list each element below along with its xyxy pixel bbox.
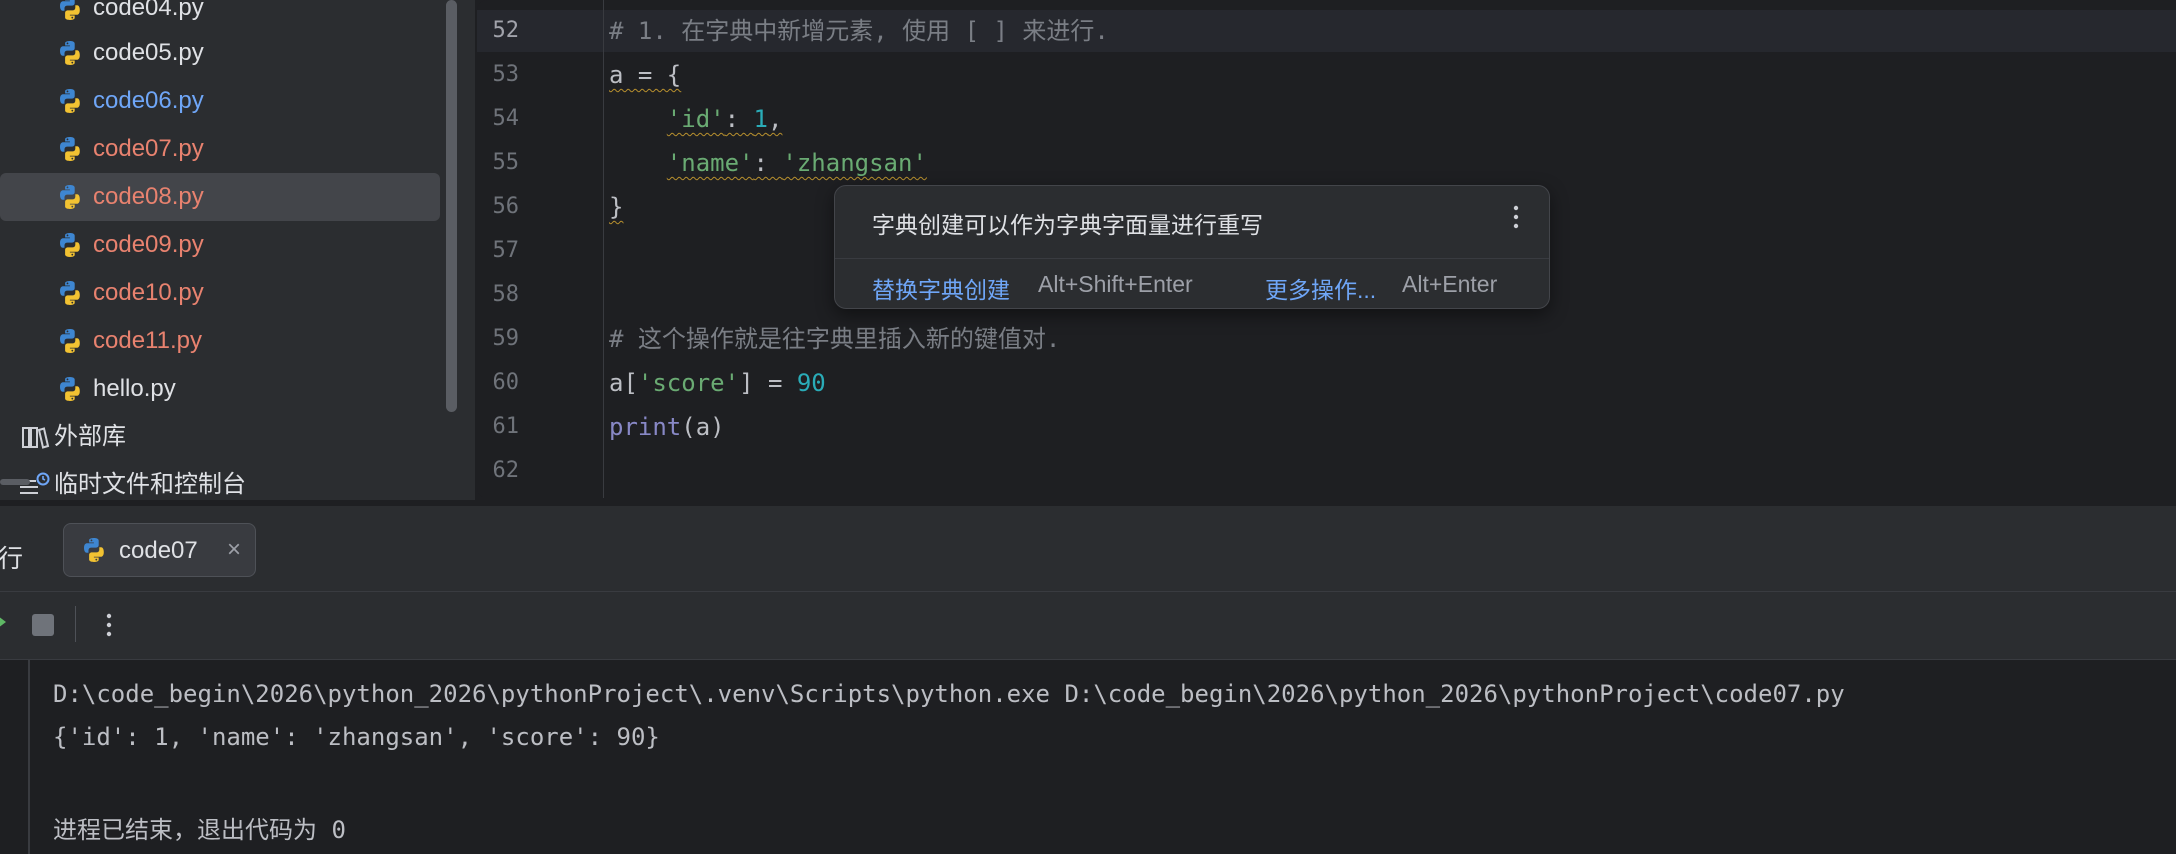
shortcut-hint: Alt+Shift+Enter bbox=[1038, 271, 1193, 297]
code-line: 'id': 1, bbox=[666, 105, 783, 133]
python-file-icon bbox=[60, 329, 80, 353]
tree-item-scratches[interactable]: 临时文件和控制台 bbox=[0, 461, 440, 509]
tree-group-label: 临时文件和控制台 bbox=[54, 471, 246, 498]
code-line: a['score'] = 90 bbox=[609, 369, 826, 397]
divider bbox=[0, 591, 2176, 592]
tree-item-label: code11.py bbox=[93, 327, 202, 354]
python-file-icon bbox=[60, 0, 80, 20]
python-file-icon bbox=[60, 281, 80, 305]
tree-item-external-libraries[interactable]: 外部库 bbox=[0, 413, 440, 461]
scratches-icon bbox=[20, 472, 50, 494]
line-number: 58 bbox=[492, 282, 520, 307]
tree-item-code10[interactable]: code10.py bbox=[0, 269, 440, 317]
code-line: # 1. 在字典中新增元素, 使用 [ ] 来进行. bbox=[609, 17, 1109, 45]
close-icon[interactable]: × bbox=[227, 536, 241, 564]
tree-group-label: 外部库 bbox=[54, 423, 126, 450]
python-file-icon bbox=[60, 41, 80, 65]
popup-divider bbox=[835, 258, 1549, 259]
tree-item-hello[interactable]: hello.py bbox=[0, 365, 440, 413]
line-number: 54 bbox=[492, 106, 520, 131]
line-number: 62 bbox=[492, 458, 520, 483]
tree-item-code09[interactable]: code09.py bbox=[0, 221, 440, 269]
tree-scrollbar[interactable] bbox=[446, 0, 457, 412]
tree-item-code11[interactable]: code11.py bbox=[0, 317, 440, 365]
tree-item-label: code10.py bbox=[93, 279, 204, 306]
toolbar-separator bbox=[75, 606, 76, 642]
console-line: D:\code_begin\2026\python_2026\pythonPro… bbox=[53, 680, 1845, 708]
tree-item-label: code09.py bbox=[93, 231, 204, 258]
code-editor[interactable]: 52 53 54 55 56 57 58 59 60 61 62 # 1. 在字… bbox=[477, 0, 2176, 498]
python-file-icon bbox=[60, 233, 80, 257]
line-number: 61 bbox=[492, 414, 520, 439]
popup-title: 字典创建可以作为字典字面量进行重写 bbox=[872, 212, 1263, 238]
run-console[interactable]: D:\code_begin\2026\python_2026\pythonPro… bbox=[0, 660, 2176, 854]
more-vertical-icon[interactable] bbox=[104, 610, 114, 640]
tree-item-code04[interactable]: code04.py bbox=[0, 0, 440, 32]
line-number: 59 bbox=[492, 326, 520, 351]
shortcut-hint: Alt+Enter bbox=[1402, 271, 1498, 297]
tree-item-code08[interactable]: code08.py bbox=[0, 173, 440, 221]
line-number: 60 bbox=[492, 370, 520, 395]
tree-item-label: hello.py bbox=[93, 375, 176, 402]
run-tab-code07[interactable]: code07 × bbox=[63, 523, 256, 577]
code-line: 'name': 'zhangsan' bbox=[666, 149, 927, 177]
python-file-icon bbox=[60, 137, 80, 161]
run-tool-window: 行 code07 × D:\code_begin\2026\python_202… bbox=[0, 506, 2176, 854]
code-line: } bbox=[609, 193, 624, 221]
tree-item-code05[interactable]: code05.py bbox=[0, 29, 440, 77]
line-number: 56 bbox=[492, 194, 520, 219]
project-tree: code04.py code05.py code06.py code07.py bbox=[0, 0, 475, 500]
rerun-icon[interactable] bbox=[0, 609, 8, 635]
code-line: a = { bbox=[609, 61, 682, 89]
library-icon bbox=[22, 427, 50, 449]
tree-item-label: code04.py bbox=[93, 0, 204, 21]
more-actions-link[interactable]: 更多操作... bbox=[1265, 271, 1376, 305]
console-line: 进程已结束，退出代码为 0 bbox=[53, 816, 346, 844]
tree-item-label: code05.py bbox=[93, 39, 204, 66]
python-file-icon bbox=[60, 89, 80, 113]
python-file-icon bbox=[60, 185, 80, 209]
code-line: # 这个操作就是往字典里插入新的键值对. bbox=[609, 325, 1061, 353]
gutter-divider bbox=[603, 0, 604, 498]
tree-item-code07[interactable]: code07.py bbox=[0, 125, 440, 173]
tree-item-code06[interactable]: code06.py bbox=[0, 77, 440, 125]
tree-item-label: code08.py bbox=[93, 183, 204, 210]
code-line: print(a) bbox=[609, 413, 725, 441]
more-vertical-icon[interactable] bbox=[1511, 202, 1521, 232]
line-number: 55 bbox=[492, 150, 520, 175]
line-number: 57 bbox=[492, 238, 520, 263]
stop-icon[interactable] bbox=[32, 614, 54, 636]
console-line: {'id': 1, 'name': 'zhangsan', 'score': 9… bbox=[53, 723, 660, 751]
console-gutter bbox=[28, 660, 30, 854]
replace-dict-creation-link[interactable]: 替换字典创建 bbox=[872, 271, 1010, 305]
line-number: 52 bbox=[492, 18, 520, 43]
run-tab-label: code07 bbox=[119, 537, 198, 564]
tree-item-label: code07.py bbox=[93, 135, 204, 162]
python-file-icon bbox=[60, 377, 80, 401]
line-number: 53 bbox=[492, 62, 520, 87]
intention-popup: 字典创建可以作为字典字面量进行重写 替换字典创建 Alt+Shift+Enter… bbox=[834, 185, 1550, 309]
tree-horizontal-scrollbar[interactable] bbox=[0, 479, 30, 485]
run-panel-title: 行 bbox=[0, 545, 24, 573]
python-file-icon bbox=[84, 538, 104, 562]
tree-item-label: code06.py bbox=[93, 87, 204, 114]
